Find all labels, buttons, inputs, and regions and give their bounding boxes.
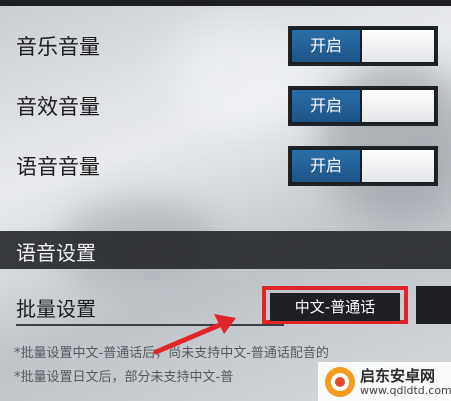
watermark-logo-icon [325,367,355,397]
watermark-url: www.qdldtd.com [360,384,451,397]
watermark-name: 启东安卓网 [360,367,436,385]
pointer-arrow-icon [153,314,236,355]
watermark: 启东安卓网 www.qdldtd.com [318,362,451,401]
